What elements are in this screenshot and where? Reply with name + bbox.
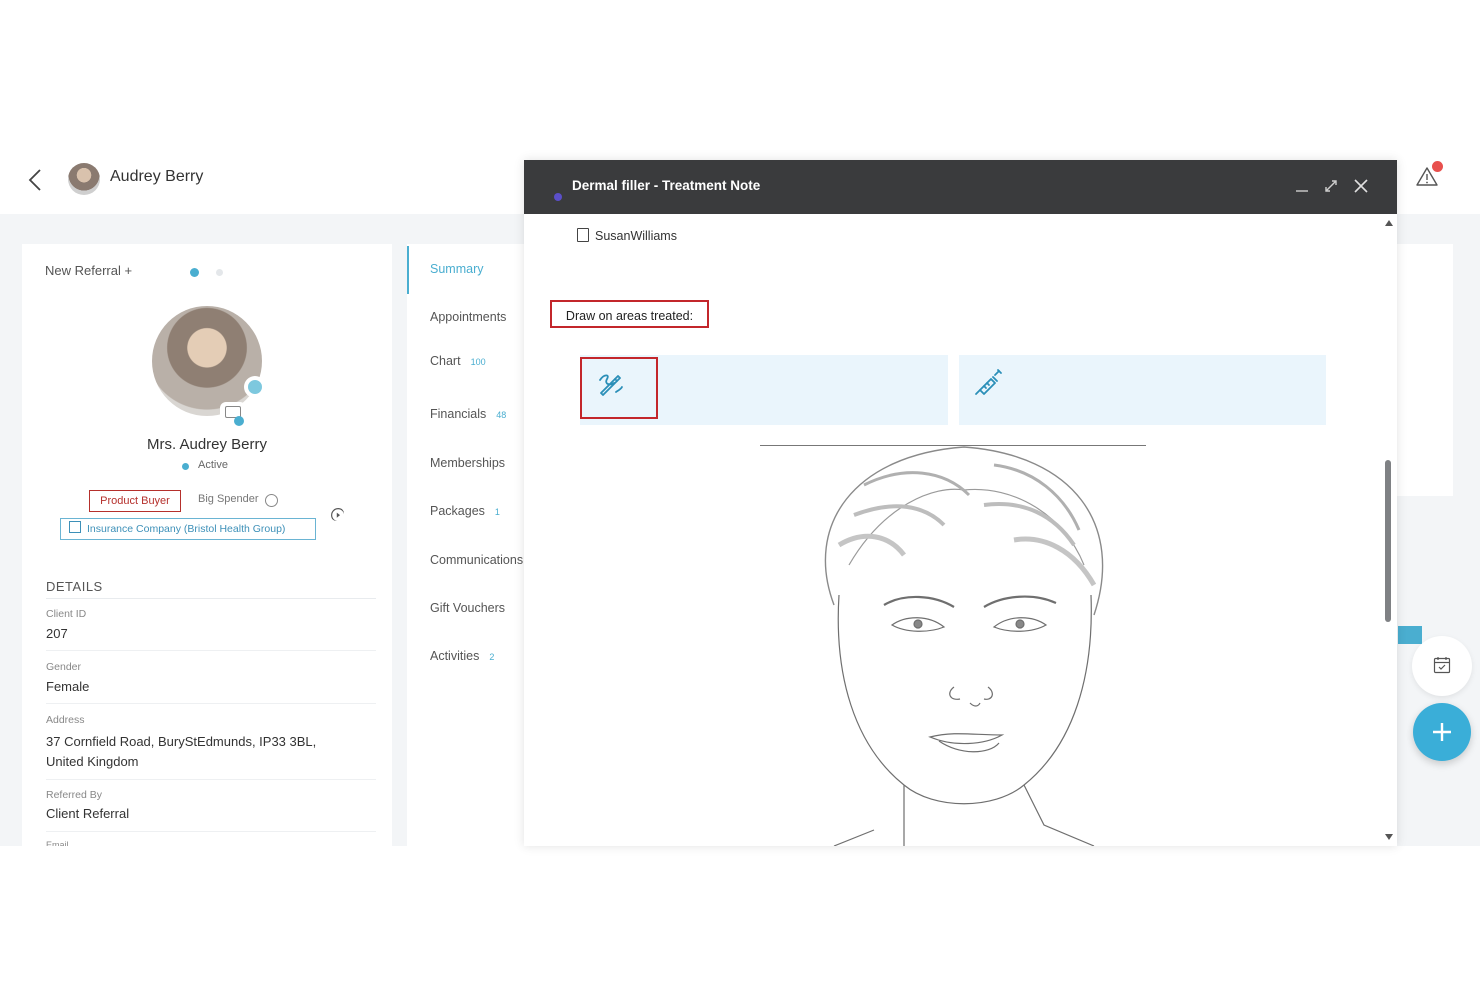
nav-item-financials[interactable]: Financials 48	[430, 407, 506, 421]
membership-badge-icon	[244, 376, 266, 398]
pencil-icon	[599, 374, 623, 396]
insurance-label: Insurance Company (Bristol Health Group)	[87, 523, 286, 535]
email-label: Email	[46, 840, 69, 846]
referred-by-value: Client Referral	[46, 806, 130, 821]
building-icon	[69, 521, 81, 533]
nav-item-communications[interactable]: Communications	[430, 553, 524, 567]
form-status-dot	[554, 193, 562, 201]
divider	[46, 598, 376, 599]
status-dot	[182, 463, 189, 470]
packages-count: 1	[494, 507, 500, 517]
nav-item-activities[interactable]: Activities 2	[430, 649, 494, 663]
nav-item-packages-label: Packages	[430, 504, 485, 518]
modal-title-bar: Dermal filler - Treatment Note	[524, 160, 1397, 214]
chart-count: 100	[470, 357, 486, 367]
note-author: SusanWilliams	[595, 229, 677, 243]
divider	[46, 779, 376, 780]
scroll-up-icon[interactable]	[1384, 218, 1394, 228]
syringe-icon	[975, 369, 1002, 395]
client-id-value: 207	[46, 626, 68, 641]
back-arrow-icon[interactable]	[24, 166, 48, 194]
new-referral-link[interactable]: New Referral +	[45, 263, 132, 278]
header-client-name: Audrey Berry	[110, 168, 204, 185]
nav-item-financials-label: Financials	[430, 407, 487, 421]
financials-count: 48	[496, 410, 507, 420]
expand-icon[interactable]	[1323, 178, 1339, 194]
minimize-icon[interactable]	[1294, 178, 1310, 194]
draw-areas-label: Draw on areas treated:	[550, 300, 709, 328]
nav-item-packages[interactable]: Packages 1	[430, 504, 500, 518]
address-line-1: 37 Cornfield Road, BuryStEdmunds, IP33 3…	[46, 734, 317, 749]
activities-count: 2	[489, 652, 495, 662]
calendar-icon	[1433, 657, 1451, 674]
address-line-2: United Kingdom	[46, 754, 139, 769]
nav-item-chart[interactable]: Chart 100	[430, 354, 486, 368]
client-avatar	[152, 306, 262, 416]
close-icon[interactable]	[1353, 178, 1369, 194]
address-value: 37 Cornfield Road, BuryStEdmunds, IP33 3…	[46, 732, 346, 772]
client-section-nav	[407, 244, 524, 846]
big-spender-tag[interactable]: Big Spender	[198, 493, 259, 505]
play-icon[interactable]	[330, 507, 344, 521]
gender-label: Gender	[46, 661, 82, 673]
nav-item-appointments[interactable]: Appointments	[430, 310, 506, 324]
client-full-name: Mrs. Audrey Berry	[146, 436, 268, 453]
syringe-tool-panel[interactable]	[959, 355, 1326, 425]
product-buyer-tag[interactable]: Product Buyer	[89, 490, 181, 512]
client-status: Active	[198, 459, 228, 471]
divider	[46, 831, 376, 832]
face-diagram-canvas[interactable]	[794, 445, 1139, 846]
referred-by-label: Referred By	[46, 789, 103, 801]
notification-badge	[1431, 160, 1444, 173]
divider	[46, 703, 376, 704]
insurance-tag[interactable]: Insurance Company (Bristol Health Group)	[60, 518, 316, 540]
plus-icon	[1433, 723, 1451, 741]
avatar	[68, 163, 100, 195]
gender-value: Female	[46, 679, 90, 694]
treatment-note-modal: Dermal filler - Treatment Note SusanWill…	[524, 160, 1397, 846]
scroll-down-icon[interactable]	[1384, 832, 1394, 842]
modal-title: Dermal filler - Treatment Note	[572, 178, 761, 193]
client-id-label: Client ID	[46, 608, 87, 620]
nav-active-indicator	[407, 246, 409, 294]
details-heading: DETAILS	[46, 579, 103, 594]
divider	[46, 650, 376, 651]
side-tab[interactable]	[1398, 626, 1422, 644]
scrollbar-thumb[interactable]	[1385, 460, 1391, 622]
nav-item-memberships[interactable]: Memberships	[430, 456, 505, 470]
carousel-dot-active[interactable]	[190, 268, 199, 277]
calendar-button[interactable]	[1412, 636, 1472, 696]
nav-item-activities-label: Activities	[430, 649, 480, 663]
right-panel	[1397, 244, 1453, 496]
card-badge-icon	[220, 402, 246, 426]
add-tag-icon[interactable]	[265, 494, 278, 507]
address-label: Address	[46, 714, 85, 726]
nav-item-gift-vouchers[interactable]: Gift Vouchers	[430, 601, 505, 615]
carousel-dot[interactable]	[216, 269, 223, 276]
nav-item-summary[interactable]: Summary	[430, 262, 483, 276]
document-icon	[577, 228, 589, 242]
nav-item-chart-label: Chart	[430, 354, 461, 368]
add-button[interactable]	[1413, 703, 1471, 761]
